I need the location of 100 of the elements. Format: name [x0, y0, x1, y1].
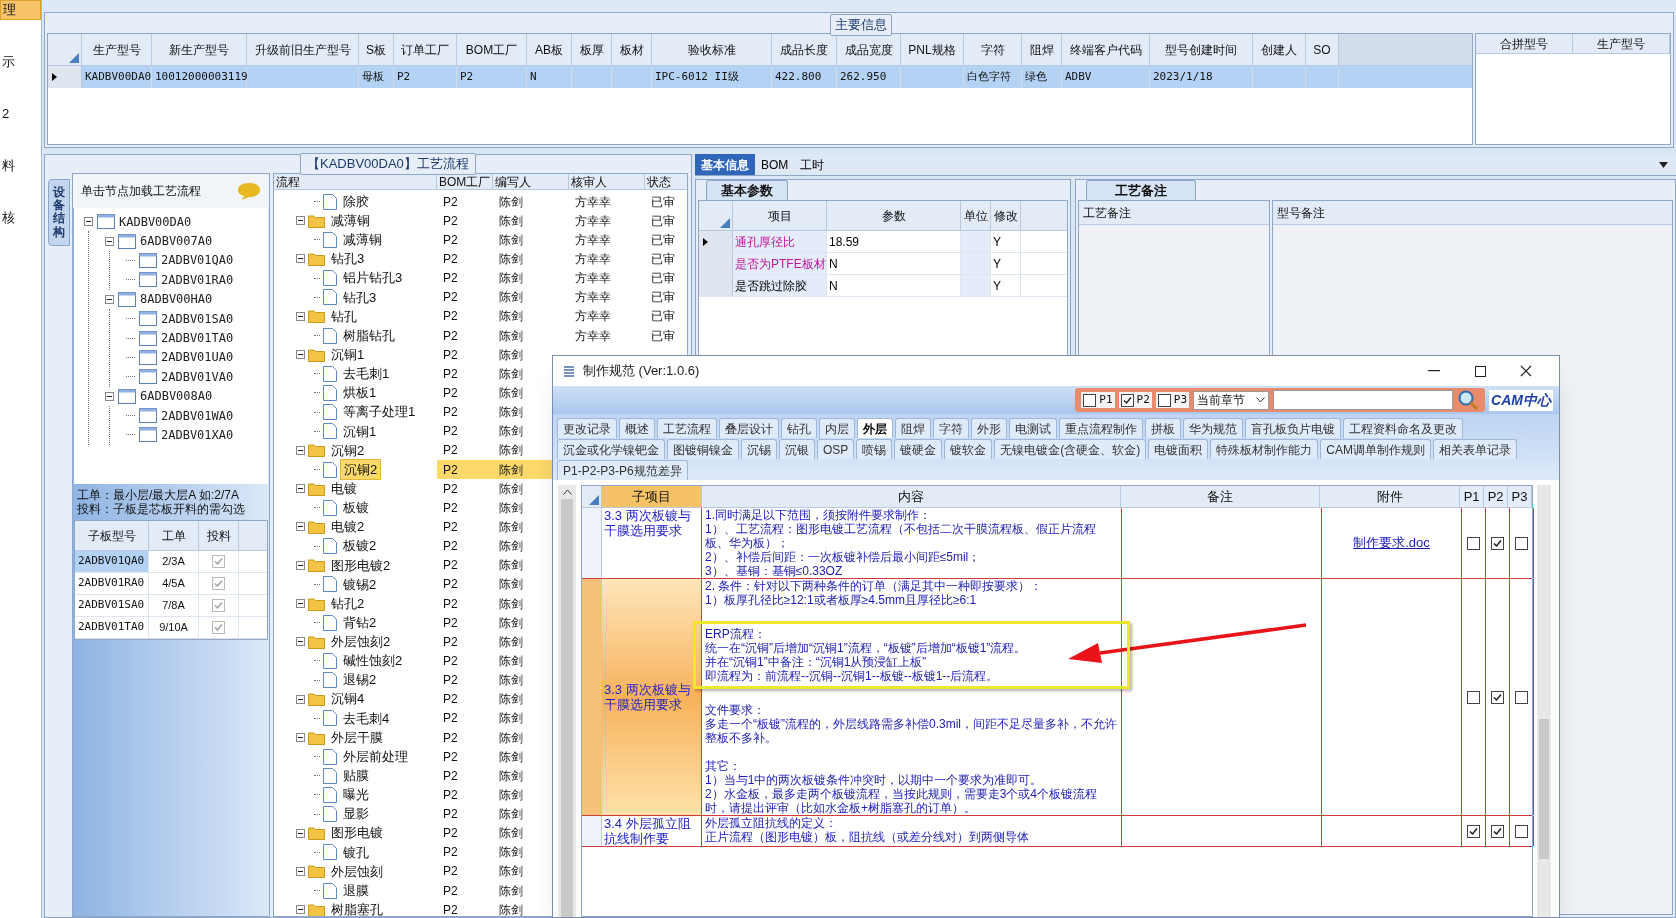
- column-header[interactable]: 附件: [1320, 486, 1461, 507]
- tab[interactable]: 相关表单记录: [1433, 439, 1517, 459]
- tree-item[interactable]: 2ADBV01UA0: [161, 348, 234, 367]
- flow-step[interactable]: 树脂钻孔: [340, 325, 398, 346]
- collapse-icon[interactable]: [296, 867, 305, 876]
- column-header[interactable]: 子项目: [601, 486, 702, 507]
- flow-step[interactable]: 图形电镀: [328, 823, 386, 843]
- tab[interactable]: 拼板: [1145, 418, 1181, 438]
- flow-step[interactable]: 去毛刺1: [340, 364, 393, 384]
- flow-step[interactable]: 板镀: [340, 498, 372, 518]
- search-icon[interactable]: [1457, 389, 1480, 411]
- table-row[interactable]: KADBV00DA0 10012000003119 母板 P2 P2 N IPC-6012 II级 422.800 262.950 白色字符 绿色 ADBV 2023/1/18: [48, 66, 1472, 88]
- tab[interactable]: 外形: [971, 418, 1007, 438]
- flow-step[interactable]: 钻孔2: [328, 593, 368, 614]
- flow-step[interactable]: 钻孔: [328, 306, 360, 327]
- tab[interactable]: 无镍电镀金(含硬金、软金): [994, 439, 1147, 459]
- column-header[interactable]: 工单: [149, 521, 199, 550]
- row-header[interactable]: [699, 231, 733, 252]
- flow-step[interactable]: 外层前处理: [340, 746, 411, 767]
- column-header[interactable]: 修改: [991, 201, 1021, 230]
- column-header[interactable]: 型号创建时间: [1150, 34, 1253, 65]
- column-header[interactable]: P2: [1484, 486, 1509, 507]
- tab[interactable]: 更改记录: [557, 418, 617, 438]
- sidebar-item[interactable]: 料: [0, 156, 41, 176]
- column-header[interactable]: 子板型号: [75, 521, 149, 550]
- tab[interactable]: 字符: [933, 418, 969, 438]
- column-header[interactable]: 终端客户代码: [1062, 34, 1150, 65]
- flow-step[interactable]: 图形电镀2: [328, 555, 394, 575]
- flow-step[interactable]: 除胶: [340, 191, 372, 212]
- flow-step[interactable]: 钻孔3: [340, 287, 380, 308]
- tab[interactable]: 沉金或化学镍钯金: [557, 439, 665, 459]
- flow-step[interactable]: 外层蚀刻2: [328, 632, 394, 652]
- column-header[interactable]: AB板: [527, 34, 572, 65]
- tree-item[interactable]: 8ADBV00HA0: [140, 290, 213, 309]
- column-header[interactable]: S板: [359, 34, 394, 65]
- column-header[interactable]: 参数: [827, 201, 961, 230]
- tree-item[interactable]: 2ADBV01TA0: [161, 329, 234, 348]
- checkbox[interactable]: [1491, 536, 1504, 550]
- tab[interactable]: 钻孔: [781, 418, 817, 438]
- column-header[interactable]: BOM工厂: [457, 34, 527, 65]
- checkbox[interactable]: [212, 621, 225, 634]
- flow-step[interactable]: 镀孔: [340, 842, 372, 863]
- checkbox[interactable]: [1120, 393, 1134, 407]
- flow-step[interactable]: 电镀: [328, 478, 360, 499]
- column-header[interactable]: 板材: [612, 34, 652, 65]
- scroll-thumb[interactable]: [561, 499, 573, 917]
- tab[interactable]: 工艺流程: [657, 418, 717, 438]
- flow-step[interactable]: 减薄铜: [328, 210, 373, 231]
- tree-item[interactable]: 2ADBV01QA0: [161, 251, 234, 270]
- tab[interactable]: P1-P2-P3-P6规范差异: [557, 460, 688, 480]
- checkbox[interactable]: [1467, 690, 1480, 704]
- tab[interactable]: 沉银: [779, 439, 815, 459]
- tree-item[interactable]: 6ADBV008A0: [140, 387, 213, 406]
- collapse-icon[interactable]: [296, 522, 305, 532]
- column-header[interactable]: 板厚: [572, 34, 612, 65]
- column-header[interactable]: 投料: [199, 521, 239, 550]
- column-header[interactable]: 生产型号: [1573, 34, 1670, 53]
- column-header[interactable]: 验收标准: [652, 34, 772, 65]
- column-header[interactable]: 状态: [645, 174, 687, 189]
- collapse-icon[interactable]: [296, 484, 305, 494]
- flow-step[interactable]: 退锡2: [340, 670, 380, 690]
- vertical-tab[interactable]: 设备结构: [48, 179, 70, 246]
- flow-step[interactable]: 显影: [340, 804, 372, 824]
- tree-item[interactable]: 2ADBV01WA0: [161, 406, 234, 425]
- collapse-icon[interactable]: [105, 236, 114, 246]
- dropdown-arrow-icon[interactable]: [1659, 162, 1668, 168]
- column-header[interactable]: 生产型号: [82, 34, 152, 65]
- panel-tab[interactable]: 基本参数: [706, 180, 788, 200]
- column-header[interactable]: 核审人: [569, 174, 645, 189]
- column-header[interactable]: 项目: [733, 201, 827, 230]
- collapse-icon[interactable]: [105, 391, 114, 401]
- tree-item[interactable]: 2ADBV01XA0: [161, 426, 234, 444]
- column-header[interactable]: BOM工厂: [437, 174, 493, 189]
- flow-step[interactable]: 外层干膜: [328, 727, 386, 748]
- checkbox[interactable]: [1491, 824, 1504, 838]
- collapse-icon[interactable]: [296, 733, 305, 742]
- sidebar-item[interactable]: 理: [0, 0, 41, 20]
- checkbox[interactable]: [1515, 536, 1528, 550]
- flow-step[interactable]: 沉铜4: [328, 689, 368, 709]
- scroll-thumb[interactable]: [1539, 719, 1549, 859]
- tree-item[interactable]: KADBV00DA0: [119, 212, 192, 231]
- checkbox[interactable]: [1157, 393, 1171, 407]
- column-header[interactable]: P3: [1508, 486, 1532, 507]
- column-header[interactable]: 创建人: [1253, 34, 1306, 65]
- column-header[interactable]: 合拼型号: [1476, 34, 1573, 53]
- collapse-icon[interactable]: [296, 445, 305, 455]
- collapse-icon[interactable]: [105, 294, 114, 304]
- tab[interactable]: 外层: [857, 418, 893, 438]
- tree-item[interactable]: 2ADBV01SA0: [161, 309, 234, 328]
- tab[interactable]: 重点流程制作: [1059, 418, 1143, 438]
- column-header[interactable]: 单位: [961, 201, 991, 230]
- tab[interactable]: 沉锡: [741, 439, 777, 459]
- search-field[interactable]: [1273, 390, 1454, 410]
- collapse-icon[interactable]: [84, 217, 93, 227]
- tab[interactable]: 特殊板材制作能力: [1210, 439, 1319, 459]
- collapse-icon[interactable]: [296, 694, 305, 704]
- column-header[interactable]: 字符: [964, 34, 1022, 65]
- flow-step[interactable]: 沉铜2: [340, 458, 382, 481]
- tab[interactable]: OSP: [817, 439, 855, 459]
- flow-step[interactable]: 曝光: [340, 785, 372, 805]
